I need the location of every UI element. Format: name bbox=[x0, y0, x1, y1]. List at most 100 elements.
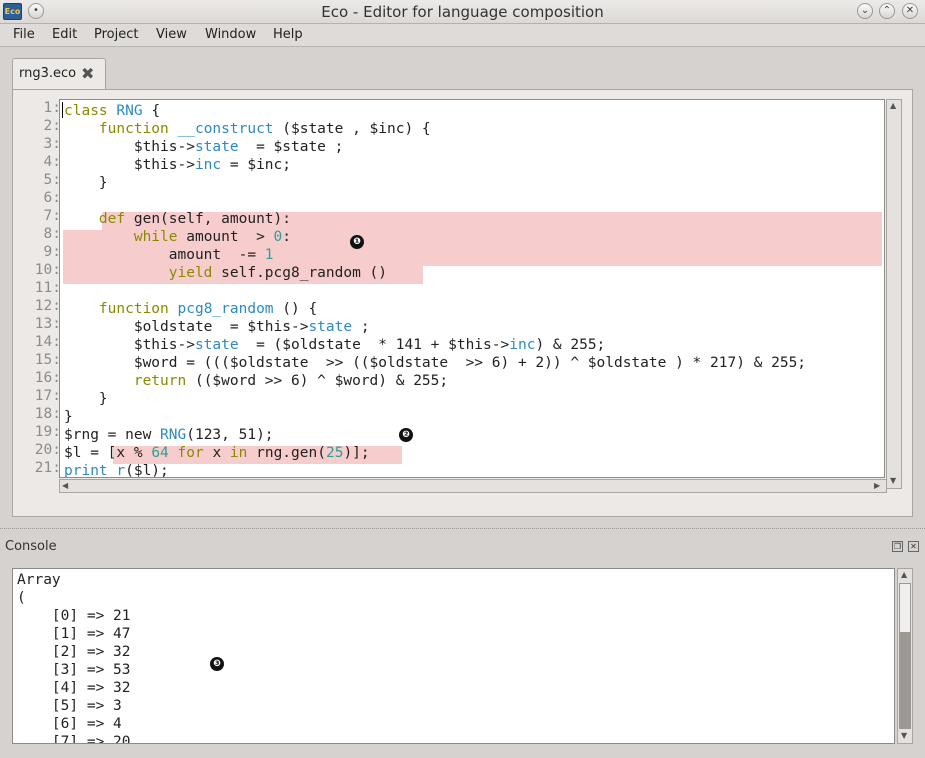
code-token: gen(self, amount): bbox=[125, 211, 291, 227]
code-token: x bbox=[203, 445, 230, 461]
code-line: $this->state = $state ; bbox=[64, 138, 344, 156]
scroll-thumb[interactable] bbox=[899, 583, 911, 633]
code-token: RNG bbox=[160, 427, 187, 443]
menu-view[interactable]: View bbox=[156, 27, 187, 42]
code-line: $this->state = ($oldstate * 141 + $this-… bbox=[64, 336, 605, 354]
menu-help[interactable]: Help bbox=[273, 27, 303, 42]
scroll-down-arrow-icon[interactable]: ▼ bbox=[901, 731, 907, 740]
code-line: $oldstate = $this->state ; bbox=[64, 318, 370, 336]
line-number: 4: bbox=[43, 154, 61, 170]
console-line: [0] => 21 bbox=[17, 608, 131, 624]
code-token: () { bbox=[273, 301, 318, 317]
line-number: 12: bbox=[34, 298, 61, 314]
code-token: amount > bbox=[177, 229, 274, 245]
editor-horizontal-scrollbar[interactable]: ◀ ▶ bbox=[59, 479, 887, 493]
line-number: 17: bbox=[34, 388, 61, 404]
code-token: ) & 255; bbox=[535, 337, 606, 353]
close-dock-icon[interactable]: ✕ bbox=[908, 541, 919, 552]
menu-edit[interactable]: Edit bbox=[52, 27, 77, 42]
line-number: 19: bbox=[34, 424, 61, 440]
console-line: ( bbox=[17, 590, 26, 606]
line-number: 16: bbox=[34, 370, 61, 386]
line-number: 2: bbox=[43, 118, 61, 134]
dock-separator[interactable] bbox=[0, 528, 925, 532]
code-token: while bbox=[133, 229, 178, 245]
code-line: function pcg8_random () { bbox=[64, 300, 317, 318]
code-token: function bbox=[98, 121, 169, 137]
title-bar: Eco • Eco - Editor for language composit… bbox=[0, 0, 925, 24]
menu-project[interactable]: Project bbox=[94, 27, 138, 42]
code-line: } bbox=[64, 174, 108, 192]
scroll-right-arrow-icon[interactable]: ▶ bbox=[874, 481, 880, 490]
code-token: for bbox=[177, 445, 204, 461]
code-token: ($l); bbox=[125, 463, 169, 478]
close-window-button[interactable]: ✕ bbox=[902, 3, 918, 19]
scroll-up-arrow-icon[interactable]: ▲ bbox=[890, 101, 896, 110]
console-vertical-scrollbar[interactable]: ▲ ▼ bbox=[897, 568, 913, 744]
annotation-marker-1: ❶ bbox=[350, 235, 364, 249]
scroll-up-arrow-icon[interactable]: ▲ bbox=[901, 570, 907, 579]
console-line: [6] => 4 bbox=[17, 716, 122, 732]
console-line: [4] => 32 bbox=[17, 680, 131, 696]
code-line: $rng = new RNG(123, 51); bbox=[64, 426, 274, 444]
line-number: 10: bbox=[34, 262, 61, 278]
line-number: 15: bbox=[34, 352, 61, 368]
code-token: $l = [x % bbox=[64, 445, 152, 461]
code-editor[interactable]: ❶ ❷ class RNG { function __construct ($s… bbox=[59, 99, 885, 478]
line-number: 18: bbox=[34, 406, 61, 422]
window-title: Eco - Editor for language composition bbox=[321, 3, 604, 21]
code-token: __construct bbox=[177, 121, 274, 137]
code-token: 1 bbox=[264, 247, 274, 263]
code-token: print_r bbox=[64, 463, 126, 478]
code-token: def bbox=[98, 211, 126, 227]
close-tab-icon[interactable]: ✖ bbox=[81, 64, 94, 83]
code-token: )]; bbox=[343, 445, 370, 461]
tab-label: rng3.eco bbox=[19, 66, 77, 81]
code-token: { bbox=[142, 103, 161, 119]
code-line: } bbox=[64, 390, 108, 408]
code-token: } bbox=[64, 409, 73, 425]
console-output[interactable]: ❸ Array ( [0] => 21 [1] => 47 [2] => 32 [… bbox=[12, 568, 895, 744]
line-number: 7: bbox=[43, 208, 61, 224]
menu-window[interactable]: Window bbox=[205, 27, 256, 42]
code-line: $this->inc = $inc; bbox=[64, 156, 291, 174]
minimize-button[interactable]: ⌄ bbox=[857, 3, 873, 19]
editor-tab-area: rng3.eco ✖ 1: 2: 3: 4: 5: 6: 7: 8: 9: 10: 11: 12: 13… bbox=[0, 48, 925, 520]
code-token: = $state ; bbox=[238, 139, 344, 155]
scroll-left-arrow-icon[interactable]: ◀ bbox=[62, 481, 68, 490]
code-token: = $inc; bbox=[221, 157, 291, 173]
editor-pane: 1: 2: 3: 4: 5: 6: 7: 8: 9: 10: 11: 12: 13: 14: 15: 16: 1… bbox=[12, 89, 913, 517]
console-line: [5] => 3 bbox=[17, 698, 122, 714]
code-line: } bbox=[64, 408, 73, 426]
console-line: [3] => 53 bbox=[17, 662, 131, 678]
editor-vertical-scrollbar[interactable]: ▲ ▼ bbox=[886, 99, 902, 489]
code-line: print_r($l); bbox=[64, 462, 169, 478]
scroll-track[interactable] bbox=[899, 633, 911, 729]
code-token: class bbox=[64, 103, 108, 119]
code-token: 25 bbox=[325, 445, 344, 461]
code-token: state bbox=[308, 319, 353, 335]
line-number: 21: bbox=[34, 460, 61, 476]
code-token: pcg8_random bbox=[177, 301, 274, 317]
maximize-button[interactable]: ⌃ bbox=[879, 3, 895, 19]
line-number: 5: bbox=[43, 172, 61, 188]
line-number: 8: bbox=[43, 226, 61, 242]
tab-rng3-eco[interactable]: rng3.eco ✖ bbox=[12, 58, 106, 89]
code-line: amount -= 1 bbox=[64, 246, 274, 264]
scroll-down-arrow-icon[interactable]: ▼ bbox=[890, 476, 896, 485]
line-number: 20: bbox=[34, 442, 61, 458]
code-token: ; bbox=[352, 319, 370, 335]
code-line: $l = [x % 64 for x in rng.gen(25)]; bbox=[64, 444, 370, 462]
code-token: function bbox=[98, 301, 169, 317]
float-dock-icon[interactable]: ❐ bbox=[892, 541, 903, 552]
menu-bar: File Edit Project View Window Help bbox=[0, 24, 925, 47]
code-line: function __construct ($state , $inc) { bbox=[64, 120, 431, 138]
menu-file[interactable]: File bbox=[13, 27, 35, 42]
code-token: $this-> bbox=[64, 337, 195, 353]
code-line: class RNG { bbox=[64, 102, 160, 120]
